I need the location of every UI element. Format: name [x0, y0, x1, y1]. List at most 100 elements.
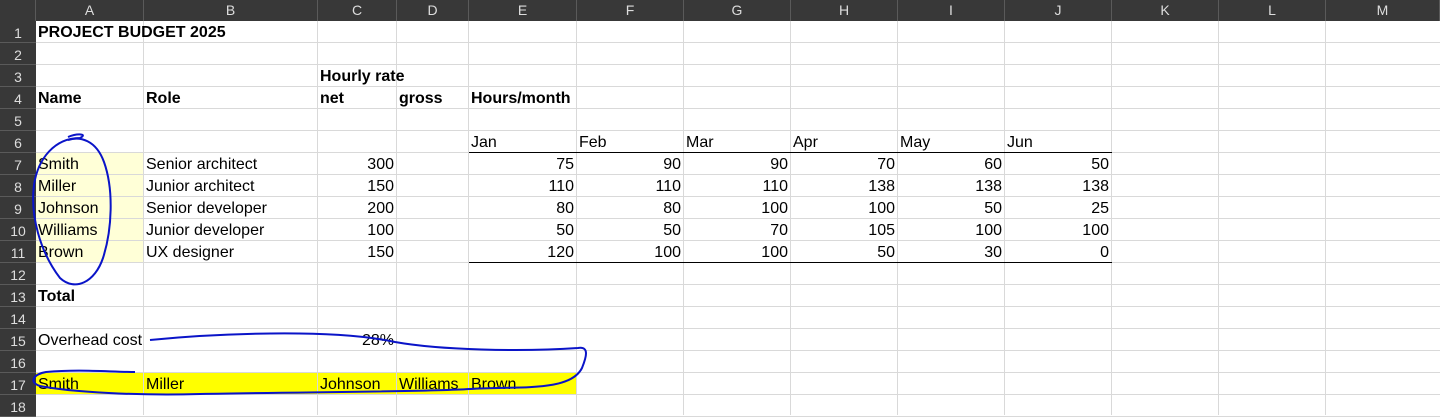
spreadsheet-grid[interactable]: A B C D E F G H I J K L M 1 2 3 4 5 6 7 8 9 10 11 12 13 14 15 16 17 18…: [0, 0, 1440, 417]
row-header-4[interactable]: 4: [0, 87, 36, 109]
cell-hours-value[interactable]: 110: [684, 175, 790, 197]
cell-overhead-label[interactable]: Overhead cost: [36, 329, 144, 351]
row-header-5[interactable]: 5: [0, 109, 36, 131]
cell-row17-name[interactable]: Smith: [36, 373, 144, 395]
select-all-corner[interactable]: [0, 0, 36, 21]
cell-staff-role[interactable]: Senior developer: [144, 197, 318, 219]
cell-row17-name[interactable]: Williams: [397, 373, 469, 395]
cell-name-header[interactable]: Name: [36, 87, 144, 109]
cell-hours-value[interactable]: 138: [1005, 175, 1111, 197]
row-header-18[interactable]: 18: [0, 395, 36, 417]
cell-hours-value[interactable]: 75: [469, 153, 576, 175]
row-header-6[interactable]: 6: [0, 131, 36, 153]
cell-staff-rate[interactable]: 150: [318, 241, 396, 263]
cell-row17-name[interactable]: Brown: [469, 373, 577, 395]
column-header-l[interactable]: L: [1219, 0, 1326, 21]
cell-staff-rate[interactable]: 150: [318, 175, 396, 197]
grid-horizontal-line: [36, 416, 1440, 417]
cell-hours-value[interactable]: 50: [791, 241, 897, 263]
row-header-8[interactable]: 8: [0, 175, 36, 197]
cell-staff-name[interactable]: Brown: [36, 241, 144, 263]
cell-month-mar[interactable]: Mar: [684, 131, 791, 153]
cell-hours-value[interactable]: 110: [469, 175, 576, 197]
column-header-a[interactable]: A: [36, 0, 144, 21]
column-header-m[interactable]: M: [1326, 0, 1440, 21]
row-header-13[interactable]: 13: [0, 285, 36, 307]
cell-staff-name[interactable]: Johnson: [36, 197, 144, 219]
cell-hours-value[interactable]: 138: [898, 175, 1004, 197]
row-header-7[interactable]: 7: [0, 153, 36, 175]
column-header-c[interactable]: C: [318, 0, 397, 21]
row-header-11[interactable]: 11: [0, 241, 36, 263]
cell-staff-role[interactable]: UX designer: [144, 241, 318, 263]
cell-hours-value[interactable]: 100: [684, 241, 790, 263]
cell-hours-value[interactable]: 90: [684, 153, 790, 175]
column-header-d[interactable]: D: [397, 0, 469, 21]
cell-hours-value[interactable]: 100: [1005, 219, 1111, 241]
cell-hours-value[interactable]: 70: [684, 219, 790, 241]
cell-hourly-rate[interactable]: Hourly rate: [318, 65, 404, 87]
row-header-12[interactable]: 12: [0, 263, 36, 285]
cell-staff-rate[interactable]: 200: [318, 197, 396, 219]
cell-row17-name[interactable]: Johnson: [318, 373, 397, 395]
cell-hours-value[interactable]: 138: [791, 175, 897, 197]
column-header-g[interactable]: G: [684, 0, 791, 21]
row-header-3[interactable]: 3: [0, 65, 36, 87]
cell-hours-value[interactable]: 80: [577, 197, 683, 219]
cell-hours-value[interactable]: 50: [577, 219, 683, 241]
cell-staff-rate[interactable]: 300: [318, 153, 396, 175]
row-header-16[interactable]: 16: [0, 351, 36, 373]
cell-hours-value[interactable]: 105: [791, 219, 897, 241]
cell-hours-value[interactable]: 0: [1005, 241, 1111, 263]
row-header-15[interactable]: 15: [0, 329, 36, 351]
cell-staff-name[interactable]: Miller: [36, 175, 144, 197]
cell-total-label[interactable]: Total: [36, 285, 144, 307]
row-header-17[interactable]: 17: [0, 373, 36, 395]
cell-staff-name[interactable]: Williams: [36, 219, 144, 241]
cell-month-may[interactable]: May: [898, 131, 1005, 153]
cell-net-header[interactable]: net: [318, 87, 397, 109]
cell-staff-rate[interactable]: 100: [318, 219, 396, 241]
cell-row17-name[interactable]: Miller: [144, 373, 318, 395]
cell-hours-header[interactable]: Hours/month: [469, 87, 577, 109]
cell-hours-value[interactable]: 60: [898, 153, 1004, 175]
cell-hours-value[interactable]: 50: [1005, 153, 1111, 175]
cell-hours-value[interactable]: 50: [898, 197, 1004, 219]
cell-month-jan[interactable]: Jan: [469, 131, 577, 153]
cell-hours-value[interactable]: 30: [898, 241, 1004, 263]
column-header-b[interactable]: B: [144, 0, 318, 21]
cell-hours-value[interactable]: 100: [791, 197, 897, 219]
cell-staff-name[interactable]: Smith: [36, 153, 144, 175]
row-header-2[interactable]: 2: [0, 43, 36, 65]
cell-hours-value[interactable]: 70: [791, 153, 897, 175]
cell-hours-value[interactable]: 120: [469, 241, 576, 263]
cell-hours-value[interactable]: 100: [577, 241, 683, 263]
row-header-10[interactable]: 10: [0, 219, 36, 241]
column-header-e[interactable]: E: [469, 0, 577, 21]
cell-hours-value[interactable]: 110: [577, 175, 683, 197]
cell-hours-value[interactable]: 100: [684, 197, 790, 219]
column-header-k[interactable]: K: [1112, 0, 1219, 21]
cell-overhead-value[interactable]: 28%: [318, 329, 396, 351]
column-header-h[interactable]: H: [791, 0, 898, 21]
cell-staff-role[interactable]: Junior architect: [144, 175, 318, 197]
cell-hours-value[interactable]: 80: [469, 197, 576, 219]
row-header-9[interactable]: 9: [0, 197, 36, 219]
cell-hours-value[interactable]: 90: [577, 153, 683, 175]
cell-hours-value[interactable]: 50: [469, 219, 576, 241]
cell-title[interactable]: PROJECT BUDGET 2025: [36, 21, 226, 43]
cell-month-apr[interactable]: Apr: [791, 131, 898, 153]
cell-role-header[interactable]: Role: [144, 87, 318, 109]
cell-month-feb[interactable]: Feb: [577, 131, 684, 153]
row-header-1[interactable]: 1: [0, 21, 36, 43]
cell-staff-role[interactable]: Senior architect: [144, 153, 318, 175]
cell-month-jun[interactable]: Jun: [1005, 131, 1112, 153]
cell-gross-header[interactable]: gross: [397, 87, 469, 109]
column-header-f[interactable]: F: [577, 0, 684, 21]
cell-staff-role[interactable]: Junior developer: [144, 219, 318, 241]
row-header-14[interactable]: 14: [0, 307, 36, 329]
cell-hours-value[interactable]: 25: [1005, 197, 1111, 219]
cell-hours-value[interactable]: 100: [898, 219, 1004, 241]
column-header-j[interactable]: J: [1005, 0, 1112, 21]
column-header-i[interactable]: I: [898, 0, 1005, 21]
